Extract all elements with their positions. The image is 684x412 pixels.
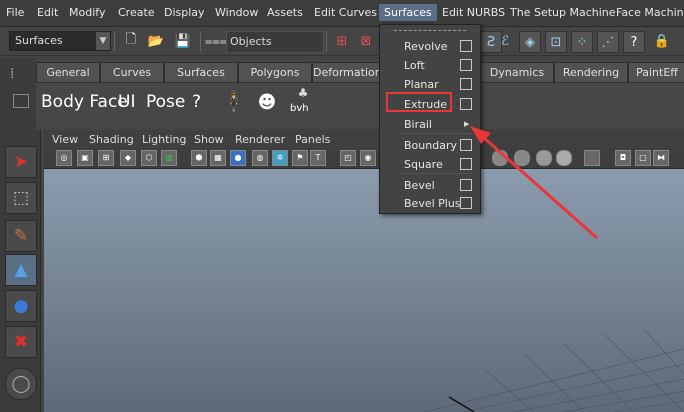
annotation-arrow: [470, 126, 598, 240]
